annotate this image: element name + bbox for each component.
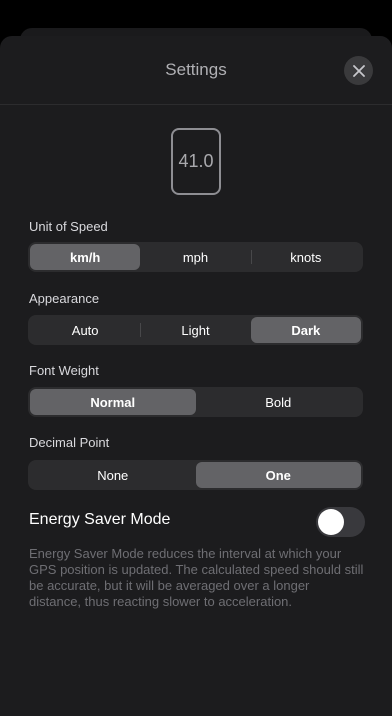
segment-label: km/h <box>69 249 101 265</box>
segment-label: Dark <box>291 322 321 338</box>
segment-kmh[interactable]: km/h <box>30 244 141 270</box>
appearance-label: Appearance <box>29 291 100 306</box>
segment-divider <box>250 250 252 264</box>
toggle-knob <box>318 509 344 535</box>
segment-label: Bold <box>265 394 292 410</box>
segment-label: knots <box>290 249 322 265</box>
segment-auto[interactable]: Auto <box>30 317 140 343</box>
energy-saver-label: Energy Saver Mode <box>29 511 171 528</box>
close-icon <box>352 64 365 77</box>
font-weight-label: Font Weight <box>29 363 99 378</box>
speed-preview: 41.0 <box>171 128 221 195</box>
segment-mph[interactable]: mph <box>140 244 250 270</box>
unit-of-speed-segmented-control: km/h mph knots <box>28 242 363 272</box>
segment-label: One <box>265 467 291 483</box>
segment-light[interactable]: Light <box>140 317 250 343</box>
segment-label: Light <box>181 322 210 338</box>
page-title: Settings <box>165 60 227 79</box>
segment-label: Auto <box>71 322 99 338</box>
segment-label: Normal <box>90 394 136 410</box>
segment-dark[interactable]: Dark <box>250 317 361 343</box>
segment-label: mph <box>182 249 209 265</box>
decimal-point-segmented-control: None One <box>28 460 363 490</box>
unit-of-speed-label: Unit of Speed <box>29 219 108 234</box>
segment-knots[interactable]: knots <box>250 244 361 270</box>
decimal-point-label: Decimal Point <box>29 435 110 450</box>
segment-divider <box>140 323 142 337</box>
energy-saver-description: Energy Saver Mode reduces the interval a… <box>29 546 364 609</box>
settings-sheet: Settings 41.0 Unit of Speed km/h mph kno… <box>0 36 392 716</box>
settings-header: Settings <box>0 36 392 105</box>
segment-label: None <box>97 467 129 483</box>
speed-preview-value: 41.0 <box>178 151 214 171</box>
segment-normal[interactable]: Normal <box>30 389 196 415</box>
font-weight-segmented-control: Normal Bold <box>28 387 363 417</box>
segment-one[interactable]: One <box>195 462 361 488</box>
appearance-segmented-control: Auto Light Dark <box>28 315 363 345</box>
close-button[interactable] <box>344 56 373 85</box>
segment-bold[interactable]: Bold <box>196 389 362 415</box>
segment-none[interactable]: None <box>30 462 196 488</box>
energy-saver-toggle[interactable] <box>316 507 365 537</box>
